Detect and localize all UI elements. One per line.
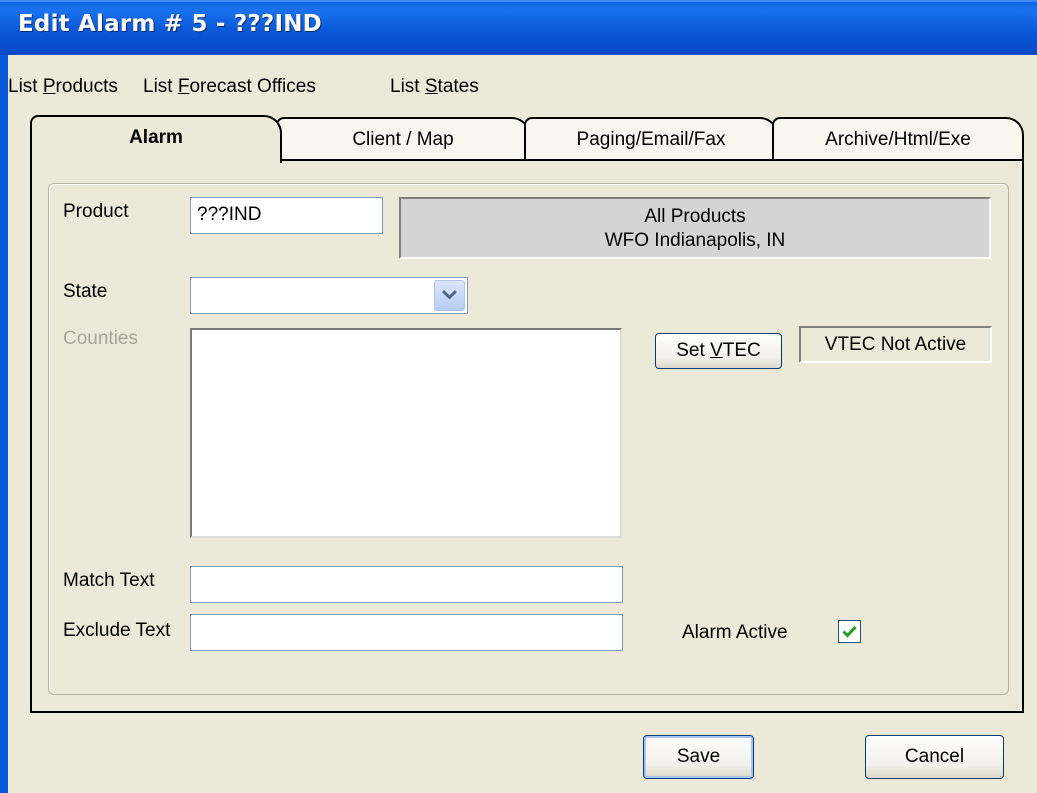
- menu-list-forecast-offices[interactable]: List Forecast Offices: [143, 76, 316, 98]
- exclude-text-input[interactable]: [190, 614, 623, 651]
- menu-label-prefix: List: [390, 76, 425, 97]
- menu-label-prefix: List: [143, 76, 178, 97]
- counties-label: Counties: [63, 328, 138, 349]
- alarm-active-checkbox[interactable]: [838, 620, 861, 643]
- product-info-line2: WFO Indianapolis, IN: [604, 230, 786, 251]
- checkmark-icon: [842, 625, 857, 638]
- tab-label: Client / Map: [352, 129, 454, 150]
- tab-label: Alarm: [129, 127, 183, 148]
- alarm-active-label: Alarm Active: [682, 622, 788, 643]
- menu-mnemonic: P: [42, 76, 56, 97]
- menu-mnemonic: S: [424, 76, 438, 97]
- counties-listbox[interactable]: [190, 328, 622, 538]
- cancel-button[interactable]: Cancel: [865, 735, 1004, 779]
- save-button[interactable]: Save: [643, 735, 754, 779]
- button-label-prefix: Set: [676, 340, 711, 361]
- menu-list-states[interactable]: List States: [390, 76, 479, 98]
- menu-label-suffix: tates: [437, 76, 479, 97]
- menu-label-suffix: orecast Offices: [189, 76, 316, 97]
- product-input[interactable]: ???IND: [190, 197, 383, 234]
- product-info-line1: All Products: [644, 206, 746, 227]
- product-info-box: All Products WFO Indianapolis, IN: [399, 197, 991, 259]
- tab-alarm[interactable]: Alarm: [30, 115, 282, 163]
- tab-label: Archive/Html/Exe: [825, 129, 971, 150]
- exclude-text-label: Exclude Text: [63, 620, 171, 641]
- menu-label-suffix: roducts: [55, 76, 118, 97]
- dropdown-arrow-button[interactable]: [434, 280, 465, 311]
- button-label-suffix: TEC: [722, 340, 761, 361]
- tab-archive-html-exe[interactable]: Archive/Html/Exe: [772, 117, 1024, 161]
- menu-list-products[interactable]: List Products: [8, 76, 118, 98]
- match-text-input[interactable]: [190, 566, 623, 603]
- button-mnemonic: V: [710, 340, 723, 361]
- title-bar[interactable]: Edit Alarm # 5 - ???IND: [0, 0, 1037, 55]
- state-select[interactable]: [190, 277, 468, 314]
- vtec-status-box: VTEC Not Active: [799, 326, 992, 363]
- set-vtec-button[interactable]: Set VTEC: [655, 333, 782, 369]
- chevron-down-icon: [442, 290, 457, 299]
- menu-mnemonic: F: [177, 76, 190, 97]
- window-title: Edit Alarm # 5 - ???IND: [18, 11, 322, 37]
- window-frame-left: [0, 55, 8, 793]
- product-label: Product: [63, 201, 129, 222]
- match-text-label: Match Text: [63, 570, 155, 591]
- menu-label-prefix: List: [8, 76, 43, 97]
- tab-client-map[interactable]: Client / Map: [276, 117, 530, 161]
- tab-paging-email-fax[interactable]: Paging/Email/Fax: [524, 117, 778, 161]
- state-label: State: [63, 281, 108, 302]
- tab-label: Paging/Email/Fax: [576, 129, 726, 150]
